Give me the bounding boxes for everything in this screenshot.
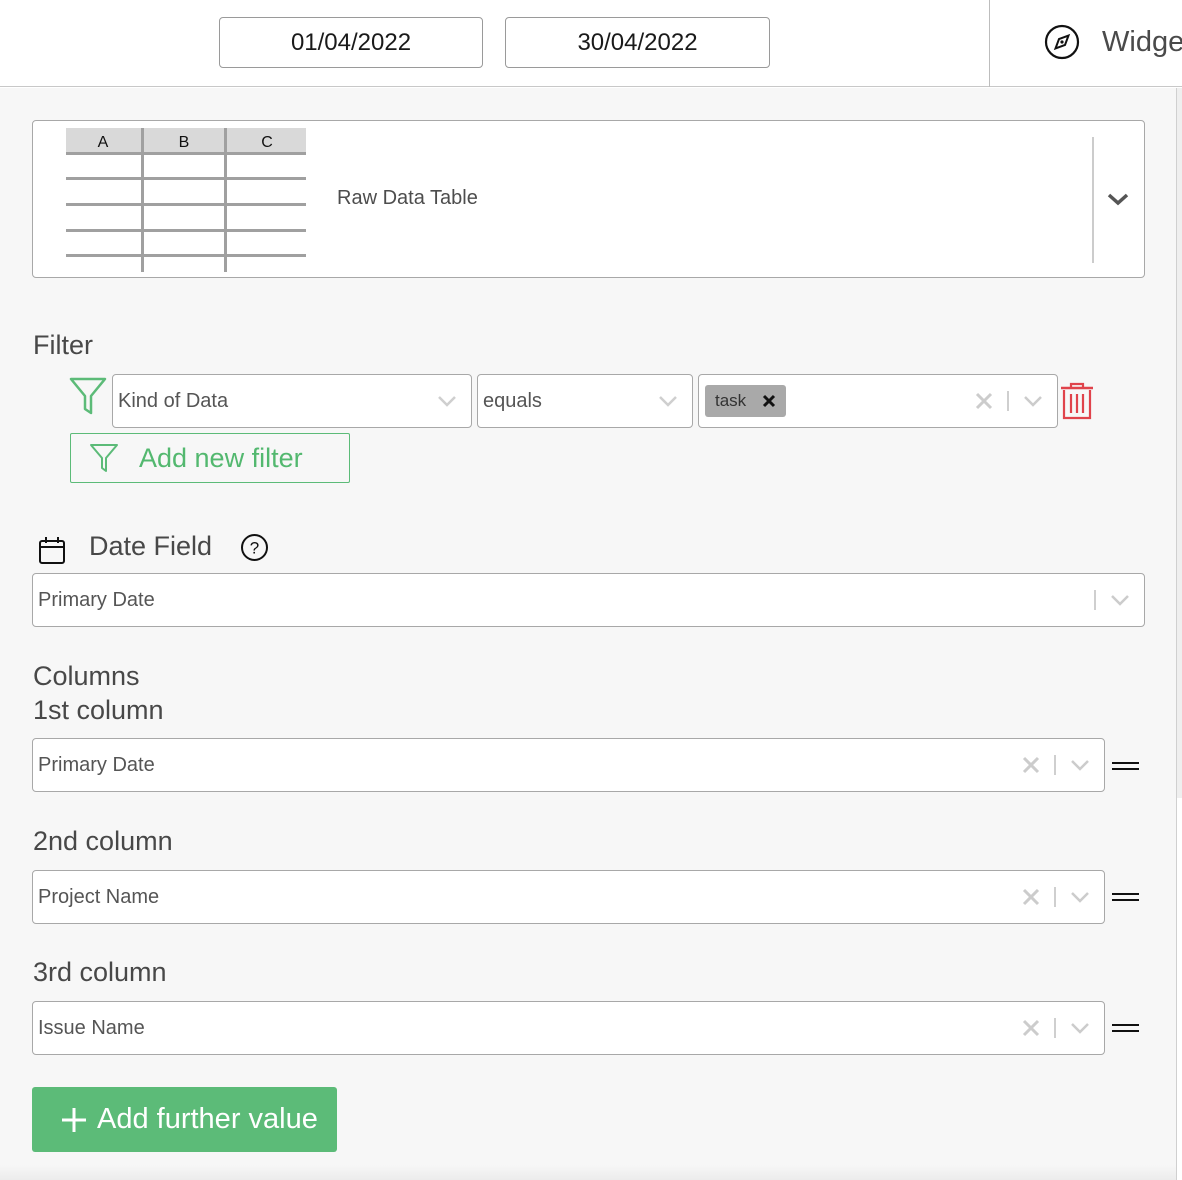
date-field-heading: Date Field — [89, 531, 213, 561]
thumb-col-c: C — [261, 134, 273, 151]
filter-value-select[interactable]: task — [698, 374, 1058, 428]
filter-field-select[interactable]: Kind of Data — [112, 374, 472, 428]
chevron-down-icon[interactable] — [1070, 891, 1090, 903]
end-date-input[interactable]: 30/04/2022 — [505, 17, 770, 68]
compass-icon — [1044, 24, 1080, 60]
filter-field-value: Kind of Data — [118, 389, 229, 412]
plus-icon — [62, 1107, 86, 1132]
help-icon[interactable]: ? — [240, 533, 269, 562]
column-select[interactable]: Primary Date — [32, 738, 1105, 792]
filter-operator-value: equals — [483, 389, 542, 412]
filter-heading: Filter — [33, 330, 93, 360]
thumb-col-b: B — [179, 134, 190, 151]
columns-heading: Columns — [33, 661, 140, 691]
drag-handle-icon[interactable] — [1112, 762, 1139, 770]
widget-type-select[interactable]: A B C Raw Data Table — [32, 120, 1145, 278]
filter-operator-select[interactable]: equals — [477, 374, 693, 428]
add-further-value-label: Add further value — [97, 1103, 318, 1135]
add-further-value-button[interactable]: Add further value — [32, 1087, 337, 1152]
column-value: Primary Date — [38, 753, 155, 776]
start-date-input[interactable]: 01/04/2022 — [219, 17, 483, 68]
remove-tag-icon[interactable] — [762, 394, 776, 408]
chevron-down-icon[interactable] — [658, 395, 678, 407]
column-label: 2nd column — [33, 826, 173, 856]
widget-type-label: Raw Data Table — [337, 187, 478, 209]
chevron-down-icon[interactable] — [1110, 594, 1130, 606]
filter-value-tag: task — [705, 385, 787, 417]
select-separator — [1092, 137, 1094, 263]
chevron-down-icon[interactable] — [1106, 191, 1130, 207]
chevron-down-icon[interactable] — [1070, 1022, 1090, 1034]
raw-data-table-thumbnail: A B C — [66, 128, 306, 272]
widget-link[interactable]: Widge — [1044, 24, 1182, 60]
delete-filter-icon[interactable] — [1060, 381, 1094, 421]
add-new-filter-button[interactable]: Add new filter — [70, 433, 350, 483]
drag-handle-icon[interactable] — [1112, 893, 1139, 901]
panel-bottom-shade — [0, 1165, 1176, 1180]
column-select[interactable]: Project Name — [32, 870, 1105, 924]
column-label: 1st column — [33, 695, 164, 725]
date-field-select[interactable]: Primary Date — [32, 573, 1145, 627]
clear-icon[interactable] — [1022, 888, 1040, 906]
calendar-icon — [39, 537, 65, 564]
filter-icon — [90, 444, 118, 472]
select-separator — [1054, 755, 1056, 775]
top-bar: 01/04/2022 30/04/2022 Widge — [0, 0, 1182, 87]
column-select[interactable]: Issue Name — [32, 1001, 1105, 1055]
select-separator — [1007, 391, 1009, 411]
chevron-down-icon[interactable] — [1070, 759, 1090, 771]
tag-label: task — [715, 391, 747, 410]
add-new-filter-label: Add new filter — [139, 442, 303, 473]
clear-icon[interactable] — [975, 392, 993, 410]
select-separator — [1094, 590, 1096, 610]
drag-handle-icon[interactable] — [1112, 1024, 1139, 1032]
date-field-value: Primary Date — [38, 588, 155, 611]
select-separator — [1054, 887, 1056, 907]
filter-icon — [69, 377, 107, 415]
topbar-divider — [989, 0, 990, 87]
clear-icon[interactable] — [1022, 1019, 1040, 1037]
column-label: 3rd column — [33, 957, 167, 987]
select-separator — [1054, 1018, 1056, 1038]
chevron-down-icon[interactable] — [437, 395, 457, 407]
svg-text:?: ? — [250, 539, 259, 558]
widget-link-label: Widge — [1102, 25, 1182, 58]
column-value: Project Name — [38, 885, 160, 908]
chevron-down-icon[interactable] — [1023, 395, 1043, 407]
scrollbar-thumb[interactable] — [1177, 88, 1182, 798]
column-value: Issue Name — [38, 1016, 145, 1039]
thumb-col-a: A — [98, 134, 109, 151]
clear-icon[interactable] — [1022, 756, 1040, 774]
